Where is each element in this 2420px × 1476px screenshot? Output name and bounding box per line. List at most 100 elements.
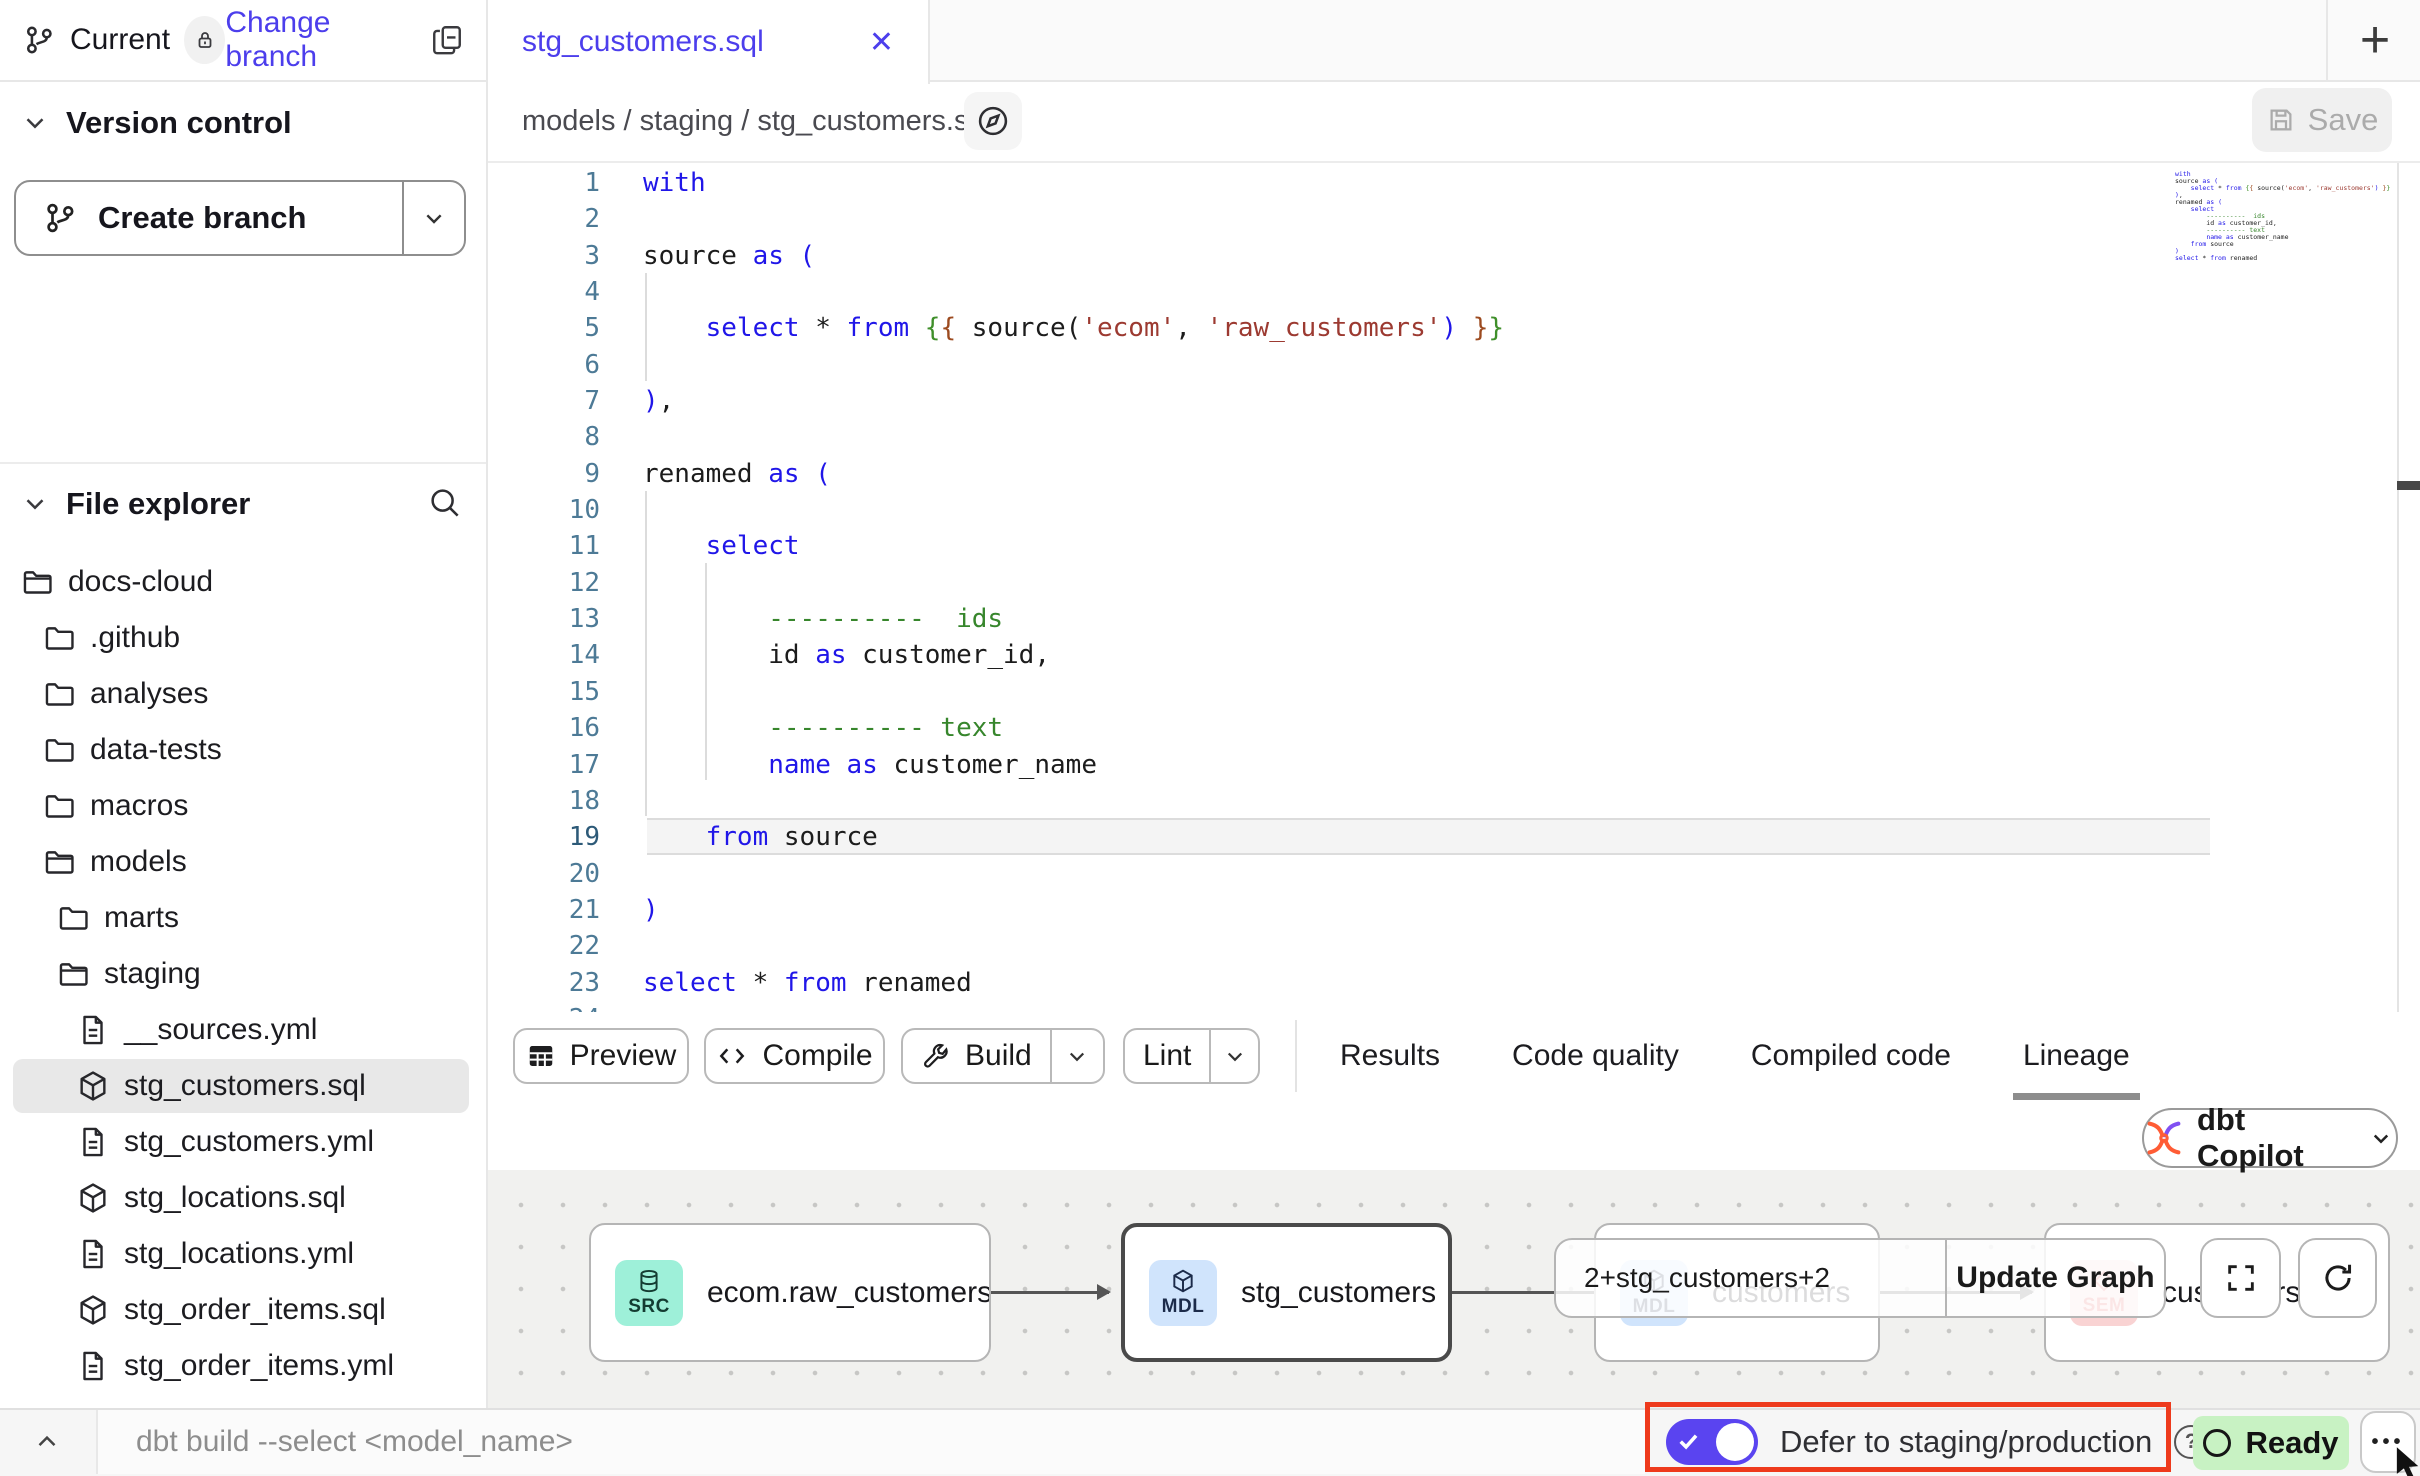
code-icon: [716, 1040, 748, 1072]
tab-stg-customers[interactable]: stg_customers.sql ✕: [486, 0, 930, 84]
folder-icon: [42, 733, 76, 767]
doc-icon: [76, 1125, 110, 1159]
lineage-filter-bar: Update Graph: [1554, 1238, 2166, 1318]
lineage-canvas[interactable]: SRC ecom.raw_customers MDL stg_customers…: [488, 1170, 2420, 1408]
search-icon[interactable]: [426, 484, 464, 522]
code-line: [643, 928, 1504, 964]
command-input[interactable]: [98, 1410, 1645, 1474]
build-button-group: Build: [901, 1028, 1105, 1084]
ready-label: Ready: [2245, 1425, 2338, 1461]
save-label: Save: [2308, 102, 2379, 138]
lineage-node-stg-customers[interactable]: MDL stg_customers: [1121, 1223, 1452, 1362]
sidebar-border: [486, 0, 488, 1408]
lint-menu-button[interactable]: [1211, 1030, 1258, 1082]
code-line: [643, 674, 1504, 710]
defer-toggle[interactable]: [1666, 1419, 1758, 1465]
code-line: ),: [643, 383, 1504, 419]
build-menu-button[interactable]: [1052, 1030, 1103, 1082]
collapse-panel-button[interactable]: [14, 1410, 80, 1474]
lineage-selector-input[interactable]: [1556, 1240, 1945, 1316]
lint-button[interactable]: Lint: [1125, 1030, 1209, 1082]
doc-icon: [76, 1349, 110, 1383]
save-icon: [2266, 105, 2296, 135]
current-branch-label: Current: [70, 23, 170, 57]
fullscreen-button[interactable]: [2200, 1238, 2281, 1318]
ready-circle-icon: [2203, 1429, 2231, 1457]
fullscreen-icon: [2224, 1261, 2258, 1295]
save-button[interactable]: Save: [2252, 88, 2392, 152]
model-badge: MDL: [1149, 1260, 1217, 1326]
code-line: source as (: [643, 238, 1504, 274]
folder-icon: [42, 621, 76, 655]
code-content[interactable]: with source as ( select * from {{ source…: [643, 165, 1504, 1012]
preview-label: Preview: [570, 1039, 677, 1073]
status-badge: Ready: [2193, 1416, 2349, 1470]
compile-button[interactable]: Compile: [704, 1028, 885, 1084]
file-item-stg-customers-yml[interactable]: stg_customers.yml: [0, 1114, 486, 1170]
file-item--sources-yml[interactable]: __sources.yml: [0, 1002, 486, 1058]
file-item-label: analyses: [90, 677, 208, 711]
lock-icon: [193, 28, 217, 52]
file-item-marts[interactable]: marts: [0, 890, 486, 946]
file-item-stg-order-items-yml[interactable]: stg_order_items.yml: [0, 1338, 486, 1394]
code-line: ---------- ids: [643, 601, 1504, 637]
file-item-docs-cloud[interactable]: docs-cloud: [0, 554, 486, 610]
model-icon: [76, 1181, 110, 1215]
model-icon: [76, 1069, 110, 1103]
file-item--github[interactable]: .github: [0, 610, 486, 666]
create-branch-main[interactable]: Create branch: [16, 182, 402, 254]
preview-button[interactable]: Preview: [513, 1028, 689, 1084]
file-item-models[interactable]: models: [0, 834, 486, 890]
dbt-copilot-button[interactable]: dbt Copilot: [2142, 1108, 2398, 1168]
chevron-up-icon: [32, 1427, 62, 1457]
new-tab-button[interactable]: +: [2336, 0, 2414, 80]
file-item-data-tests[interactable]: data-tests: [0, 722, 486, 778]
doc-icon: [76, 1237, 110, 1271]
git-branch-icon: [22, 23, 56, 57]
close-tab-icon[interactable]: ✕: [869, 25, 894, 60]
file-explorer-header[interactable]: File explorer: [0, 478, 486, 530]
code-line: name as customer_name: [643, 747, 1504, 783]
change-branch-link[interactable]: Change branch: [225, 6, 402, 74]
explore-button[interactable]: [964, 92, 1022, 150]
file-item-label: macros: [90, 789, 188, 823]
create-branch-label: Create branch: [98, 200, 306, 236]
folder-open-icon: [20, 565, 54, 599]
version-control-header[interactable]: Version control: [0, 96, 486, 150]
file-item-label: stg_locations.sql: [124, 1181, 346, 1215]
file-item-label: stg_customers.sql: [124, 1069, 366, 1103]
tab-lineage[interactable]: Lineage: [2023, 1039, 2130, 1073]
scrollbar-track: [2397, 163, 2399, 1012]
file-item-stg-locations-yml[interactable]: stg_locations.yml: [0, 1226, 486, 1282]
minimap[interactable]: withsource as ( select * from {{ source(…: [2175, 171, 2355, 262]
file-item-label: staging: [104, 957, 201, 991]
tab-code-quality[interactable]: Code quality: [1512, 1039, 1679, 1073]
file-item-macros[interactable]: macros: [0, 778, 486, 834]
lineage-node-source[interactable]: SRC ecom.raw_customers: [589, 1223, 991, 1362]
tab-results[interactable]: Results: [1340, 1039, 1440, 1073]
copy-icon[interactable]: [430, 23, 464, 57]
file-item-stg-customers-sql[interactable]: stg_customers.sql: [0, 1058, 486, 1114]
create-branch-button[interactable]: Create branch: [14, 180, 466, 256]
file-item-label: marts: [104, 901, 179, 935]
build-button[interactable]: Build: [903, 1030, 1050, 1082]
code-line: [643, 1001, 1504, 1012]
file-item-stg-order-items-sql[interactable]: stg_order_items.sql: [0, 1282, 486, 1338]
tab-bar-divider: [2326, 0, 2328, 80]
line-numbers: 123456789101112131415161718192021222324: [488, 165, 600, 1012]
update-graph-button[interactable]: Update Graph: [1947, 1240, 2164, 1316]
version-control-label: Version control: [66, 105, 292, 141]
node-label: stg_customers: [1241, 1276, 1436, 1310]
file-item-staging[interactable]: staging: [0, 946, 486, 1002]
file-item-stg-locations-sql[interactable]: stg_locations.sql: [0, 1170, 486, 1226]
scrollbar-thumb[interactable]: [2397, 481, 2420, 490]
file-item-label: __sources.yml: [124, 1013, 317, 1047]
create-branch-menu[interactable]: [404, 182, 464, 254]
refresh-button[interactable]: [2298, 1238, 2377, 1318]
file-item-analyses[interactable]: analyses: [0, 666, 486, 722]
code-editor[interactable]: 123456789101112131415161718192021222324 …: [488, 163, 2420, 1012]
tab-compiled-code[interactable]: Compiled code: [1751, 1039, 1951, 1073]
build-label: Build: [965, 1039, 1032, 1073]
dbt-copilot-icon: [2144, 1118, 2184, 1158]
defer-control: Defer to staging/production ?: [1666, 1419, 2208, 1465]
